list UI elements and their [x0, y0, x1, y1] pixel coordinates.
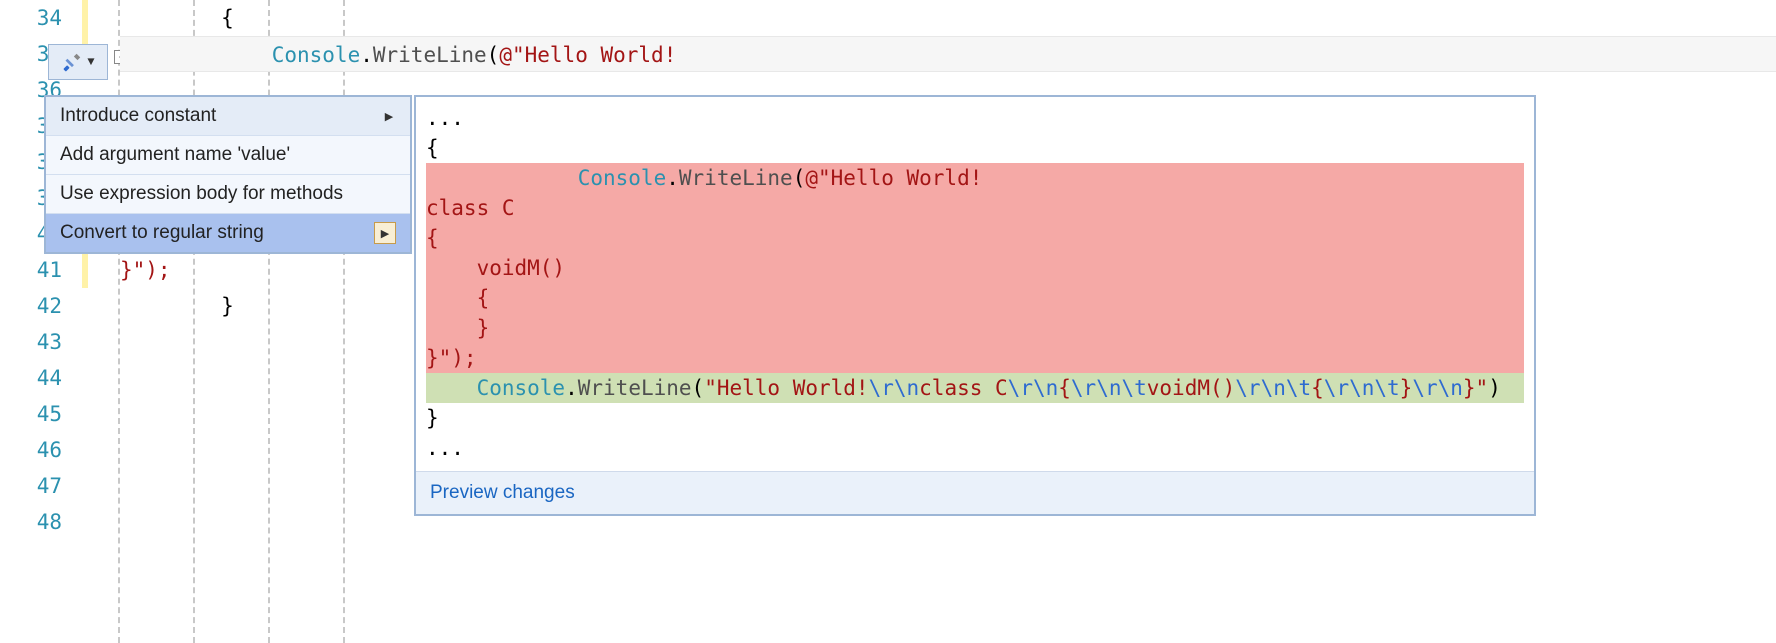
quick-action-label: Use expression body for methods [60, 183, 343, 205]
preview-deleted-line: class C [426, 193, 1524, 223]
code-line: { [120, 0, 1776, 36]
line-number: 45 [0, 396, 76, 432]
line-number: 47 [0, 468, 76, 504]
line-number: 44 [0, 360, 76, 396]
chevron-right-icon: ▶ [382, 110, 396, 123]
preview-deleted-line: } [426, 313, 1524, 343]
quick-action-item[interactable]: Add argument name 'value' [46, 136, 410, 175]
line-number: 43 [0, 324, 76, 360]
quick-actions-menu: Introduce constant ▶ Add argument name 'va… [44, 95, 412, 254]
preview-context-line: } [426, 403, 1524, 433]
line-number: 48 [0, 504, 76, 540]
quick-action-item[interactable]: Use expression body for methods [46, 175, 410, 214]
preview-diff: ... { Console.WriteLine(@"Hello World! c… [416, 97, 1534, 471]
quick-action-label: Introduce constant [60, 105, 216, 127]
preview-context-line: ... [426, 433, 1524, 463]
preview-deleted-line: { [426, 283, 1524, 313]
refactor-preview-popup: ... { Console.WriteLine(@"Hello World! c… [414, 95, 1536, 516]
code-editor: 343536373839404142434445464748 - { Conso… [0, 0, 1776, 643]
preview-changes-link[interactable]: Preview changes [416, 471, 1534, 514]
quick-action-label: Add argument name 'value' [60, 144, 290, 166]
quick-action-item[interactable]: Convert to regular string ▶ [46, 214, 410, 252]
preview-context-line: ... [426, 103, 1524, 133]
preview-deleted-line: voidM() [426, 253, 1524, 283]
line-number: 46 [0, 432, 76, 468]
line-number: 34 [0, 0, 76, 36]
quick-action-item[interactable]: Introduce constant ▶ [46, 97, 410, 136]
chevron-right-icon: ▶ [374, 222, 396, 244]
preview-deleted-line: Console.WriteLine(@"Hello World! [426, 163, 1524, 193]
quick-action-label: Convert to regular string [60, 222, 264, 244]
line-number: 41 [0, 252, 76, 288]
preview-deleted-line: }"); [426, 343, 1524, 373]
preview-added-line: Console.WriteLine("Hello World!\r\nclass… [426, 373, 1524, 403]
preview-context-line: { [426, 133, 1524, 163]
chevron-down-icon: ▼ [87, 55, 94, 69]
code-line-current: Console.WriteLine(@"Hello World! [120, 36, 1776, 72]
line-number: 42 [0, 288, 76, 324]
quick-actions-trigger[interactable]: ▼ [48, 44, 108, 80]
preview-deleted-line: { [426, 223, 1524, 253]
screwdriver-icon [61, 51, 83, 73]
